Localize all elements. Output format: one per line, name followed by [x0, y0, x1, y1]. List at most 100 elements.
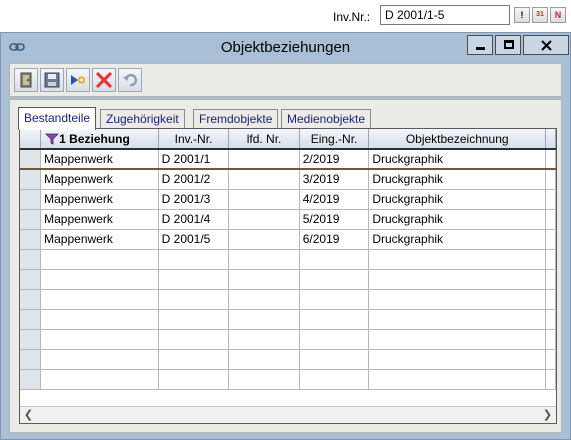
table-cell[interactable]: D 2001/3: [158, 189, 230, 210]
table-cell[interactable]: [228, 369, 300, 390]
table-cell[interactable]: [158, 329, 230, 350]
table-cell[interactable]: 5/2019: [299, 209, 370, 230]
table-cell[interactable]: [228, 309, 300, 330]
scroll-right-icon[interactable]: ❯: [539, 407, 556, 423]
column-header-inv-nr[interactable]: Inv.-Nr.: [158, 129, 230, 150]
save-button[interactable]: [40, 68, 64, 92]
row-selector[interactable]: [20, 349, 42, 370]
inv-nr-input[interactable]: [380, 5, 510, 25]
table-cell[interactable]: [228, 329, 300, 350]
row-selector[interactable]: [20, 229, 42, 250]
table-cell[interactable]: [299, 329, 370, 350]
new-record-button[interactable]: [66, 68, 90, 92]
table-cell[interactable]: [158, 309, 230, 330]
table-cell[interactable]: [545, 289, 556, 310]
table-cell[interactable]: [368, 349, 547, 370]
table-cell[interactable]: [158, 349, 230, 370]
table-cell[interactable]: D 2001/5: [158, 229, 230, 250]
tab-zugehoerigkeit[interactable]: Zugehörigkeit: [100, 109, 185, 129]
table-cell[interactable]: [228, 269, 300, 290]
table-cell[interactable]: Druckgraphik: [368, 169, 547, 190]
column-header-eing-nr[interactable]: Eing.-Nr.: [299, 129, 370, 150]
horizontal-scrollbar[interactable]: ❮ ❯: [20, 406, 556, 423]
table-cell[interactable]: [228, 349, 300, 370]
scroll-left-icon[interactable]: ❮: [20, 407, 37, 423]
calendar-icon-button[interactable]: 31: [532, 7, 548, 23]
table-cell[interactable]: [368, 269, 547, 290]
table-cell[interactable]: [228, 148, 300, 170]
table-cell[interactable]: [545, 349, 556, 370]
row-selector-header[interactable]: [20, 129, 42, 150]
table-cell[interactable]: [545, 229, 556, 250]
row-selector[interactable]: [20, 269, 42, 290]
table-cell[interactable]: Mappenwerk: [40, 209, 159, 230]
table-cell[interactable]: [545, 369, 556, 390]
table-cell[interactable]: [228, 209, 300, 230]
table-cell[interactable]: [368, 289, 547, 310]
table-cell[interactable]: [545, 189, 556, 210]
table-cell[interactable]: [158, 249, 230, 270]
table-cell[interactable]: Mappenwerk: [40, 148, 159, 170]
table-row[interactable]: [20, 369, 556, 390]
table-cell[interactable]: Druckgraphik: [368, 209, 547, 230]
table-cell[interactable]: [40, 369, 159, 390]
table-row[interactable]: [20, 309, 556, 330]
table-row[interactable]: Mappenwerk D 2001/4 5/2019 Druckgraphik: [20, 209, 556, 230]
row-selector[interactable]: [20, 209, 42, 230]
table-cell[interactable]: [228, 289, 300, 310]
maximize-button[interactable]: [495, 35, 521, 55]
table-cell[interactable]: 4/2019: [299, 189, 370, 210]
table-cell[interactable]: [545, 148, 556, 170]
table-cell[interactable]: [40, 269, 159, 290]
table-cell[interactable]: [40, 249, 159, 270]
minimize-button[interactable]: [467, 35, 493, 55]
table-cell[interactable]: Druckgraphik: [368, 189, 547, 210]
table-cell[interactable]: [228, 229, 300, 250]
row-selector[interactable]: [20, 249, 42, 270]
row-selector[interactable]: [20, 369, 42, 390]
table-cell[interactable]: [40, 309, 159, 330]
table-cell[interactable]: [158, 269, 230, 290]
table-cell[interactable]: [299, 289, 370, 310]
table-cell[interactable]: [545, 329, 556, 350]
title-bar[interactable]: Objektbeziehungen: [1, 33, 570, 61]
column-header-beziehung[interactable]: 1 Beziehung: [40, 129, 159, 150]
table-row[interactable]: [20, 269, 556, 290]
table-row[interactable]: Mappenwerk D 2001/5 6/2019 Druckgraphik: [20, 229, 556, 250]
table-cell[interactable]: Mappenwerk: [40, 189, 159, 210]
n-button[interactable]: N: [550, 7, 566, 23]
table-cell[interactable]: [40, 349, 159, 370]
row-selector[interactable]: [20, 189, 42, 210]
table-cell[interactable]: [545, 249, 556, 270]
table-cell[interactable]: 2/2019: [299, 148, 370, 170]
column-header-lfd-nr[interactable]: lfd. Nr.: [228, 129, 300, 150]
table-cell[interactable]: [299, 369, 370, 390]
tab-medienobjekte[interactable]: Medienobjekte: [281, 109, 372, 129]
table-cell[interactable]: Druckgraphik: [368, 148, 547, 170]
table-cell[interactable]: [368, 369, 547, 390]
row-selector[interactable]: [20, 289, 42, 310]
table-row[interactable]: Mappenwerk D 2001/3 4/2019 Druckgraphik: [20, 189, 556, 210]
row-selector[interactable]: [20, 169, 42, 190]
table-cell[interactable]: [368, 329, 547, 350]
column-header-extra[interactable]: [545, 129, 556, 150]
exclamation-button[interactable]: !: [514, 7, 530, 23]
tab-fremdobjekte[interactable]: Fremdobjekte: [193, 109, 279, 129]
table-cell[interactable]: [299, 249, 370, 270]
table-cell[interactable]: 3/2019: [299, 169, 370, 190]
table-cell[interactable]: [158, 369, 230, 390]
table-cell[interactable]: [545, 309, 556, 330]
column-header-objektbezeichnung[interactable]: Objektbezeichnung: [368, 129, 547, 150]
table-row[interactable]: [20, 289, 556, 310]
table-cell[interactable]: [299, 309, 370, 330]
table-row[interactable]: Mappenwerk D 2001/2 3/2019 Druckgraphik: [20, 169, 556, 190]
close-button[interactable]: [523, 35, 569, 55]
table-cell[interactable]: Druckgraphik: [368, 229, 547, 250]
table-cell[interactable]: [228, 189, 300, 210]
table-cell[interactable]: [299, 269, 370, 290]
table-row[interactable]: [20, 349, 556, 370]
table-cell[interactable]: [368, 249, 547, 270]
row-selector[interactable]: [20, 309, 42, 330]
table-cell[interactable]: Mappenwerk: [40, 169, 159, 190]
table-cell[interactable]: Mappenwerk: [40, 229, 159, 250]
